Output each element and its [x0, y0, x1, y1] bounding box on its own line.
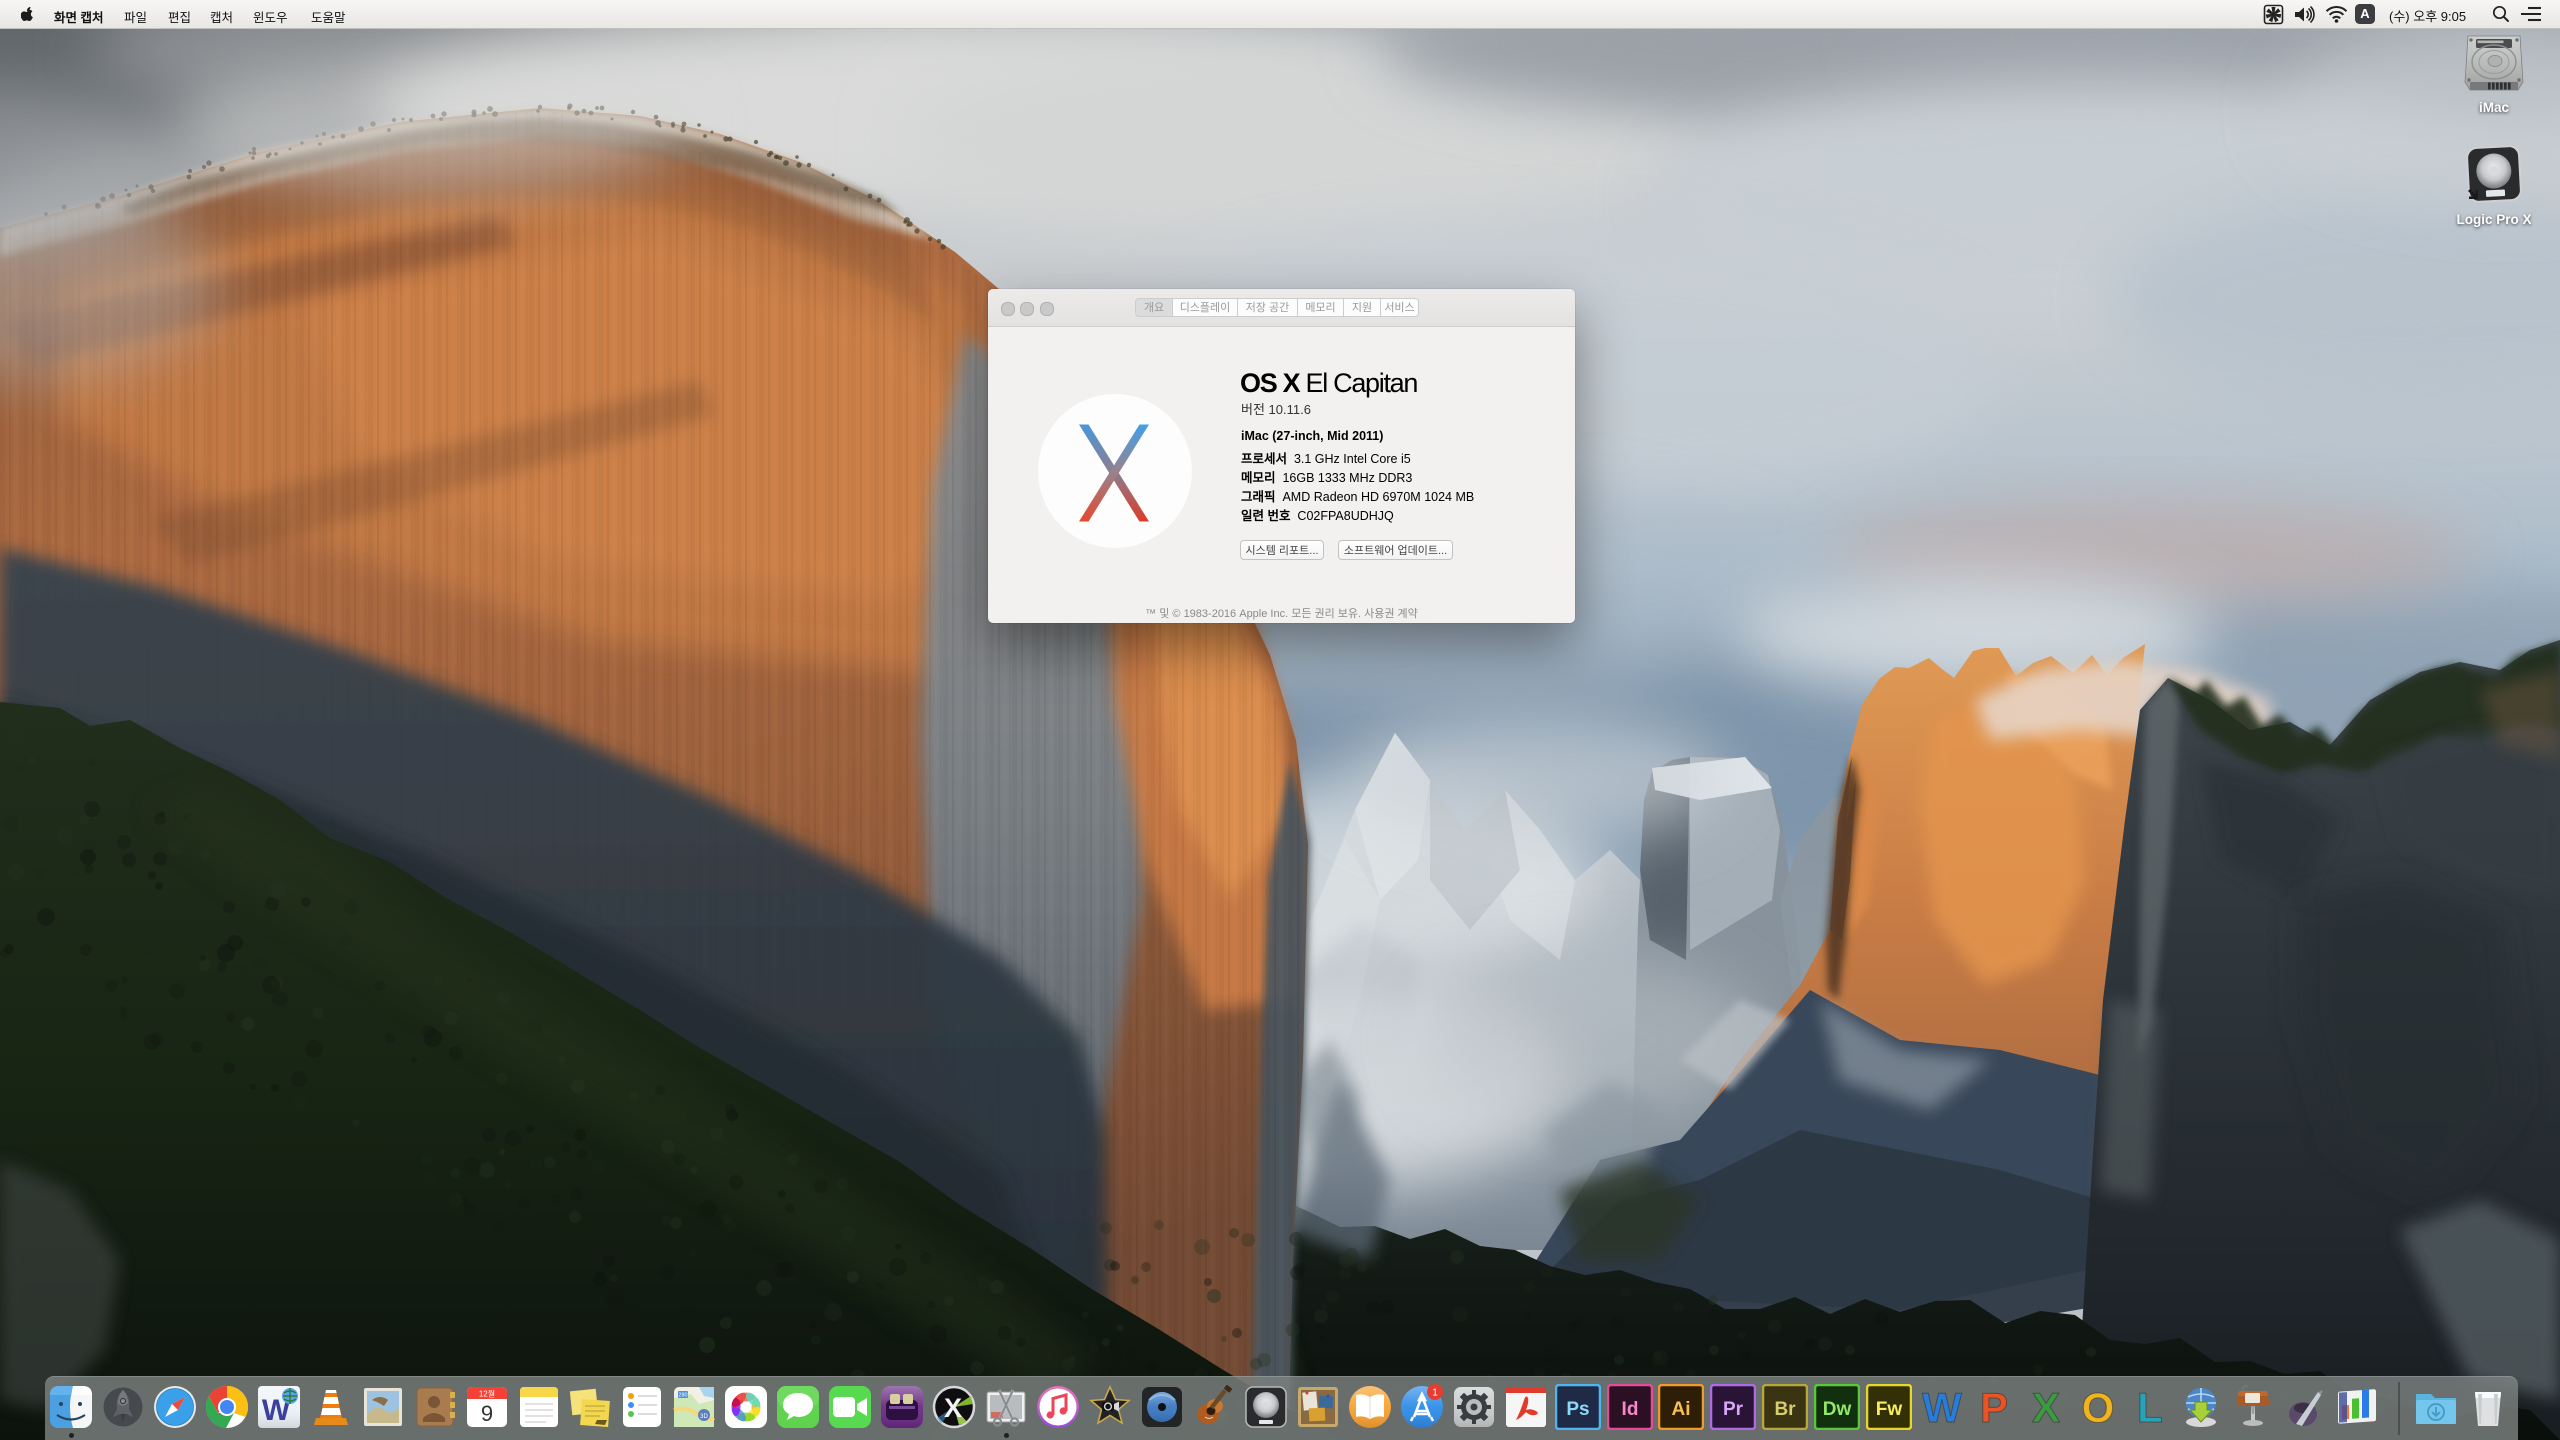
svg-text:Br: Br	[1774, 1399, 1796, 1420]
svg-text:Pr: Pr	[1723, 1399, 1744, 1420]
svg-text:O: O	[2082, 1384, 2115, 1430]
svg-text:3D: 3D	[700, 1414, 708, 1420]
svg-text:X: X	[944, 1393, 962, 1423]
svg-text:Fw: Fw	[1876, 1399, 1903, 1420]
svg-text:9: 9	[481, 1401, 493, 1426]
svg-text:1: 1	[1432, 1388, 1438, 1399]
svg-text:Id: Id	[1622, 1399, 1639, 1420]
svg-text:X: X	[2032, 1384, 2060, 1430]
svg-text:Ai: Ai	[1672, 1399, 1691, 1420]
svg-text:Ps: Ps	[1566, 1399, 1589, 1420]
svg-text:12월: 12월	[479, 1389, 495, 1399]
svg-text:280: 280	[678, 1393, 687, 1399]
svg-text:P: P	[1980, 1384, 2008, 1430]
svg-text:Dw: Dw	[1823, 1399, 1852, 1420]
svg-text:W: W	[1922, 1384, 1962, 1430]
svg-text:L: L	[2137, 1384, 2163, 1430]
